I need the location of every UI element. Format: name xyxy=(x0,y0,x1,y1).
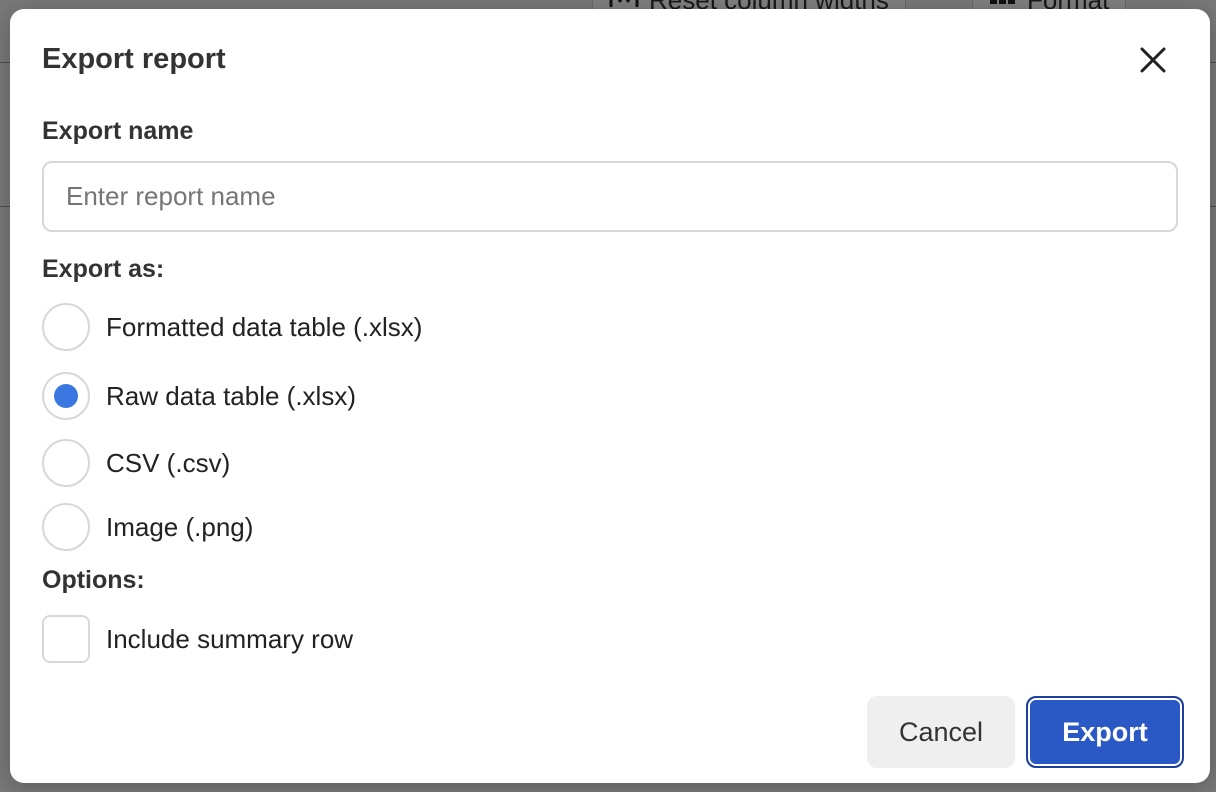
format-option-label: Image (.png) xyxy=(106,511,254,542)
format-option-csv[interactable]: CSV (.csv) xyxy=(42,438,230,488)
radio-button[interactable] xyxy=(42,303,90,351)
export-name-label: Export name xyxy=(42,117,194,145)
options-label: Options: xyxy=(42,566,145,594)
export-report-dialog: Export report Export name Export as: For… xyxy=(10,9,1210,783)
dialog-title: Export report xyxy=(42,43,226,75)
include-summary-row-checkbox[interactable] xyxy=(42,615,90,663)
export-button[interactable]: Export xyxy=(1026,696,1184,768)
radio-selected-dot xyxy=(54,384,78,408)
cancel-button[interactable]: Cancel xyxy=(867,696,1015,768)
close-button[interactable] xyxy=(1136,45,1170,79)
format-option-label: Formatted data table (.xlsx) xyxy=(106,311,423,342)
format-option-formatted-xlsx[interactable]: Formatted data table (.xlsx) xyxy=(42,302,422,352)
format-option-png[interactable]: Image (.png) xyxy=(42,502,253,552)
include-summary-row-option[interactable]: Include summary row xyxy=(42,614,353,664)
radio-button[interactable] xyxy=(42,372,90,420)
radio-button[interactable] xyxy=(42,439,90,487)
format-option-label: CSV (.csv) xyxy=(106,447,231,478)
include-summary-row-label: Include summary row xyxy=(106,623,354,654)
format-option-label: Raw data table (.xlsx) xyxy=(106,380,356,411)
export-name-input[interactable] xyxy=(42,161,1178,232)
radio-button[interactable] xyxy=(42,503,90,551)
format-option-raw-xlsx[interactable]: Raw data table (.xlsx) xyxy=(42,371,356,421)
close-icon xyxy=(1139,46,1167,79)
export-as-label: Export as: xyxy=(42,255,165,283)
